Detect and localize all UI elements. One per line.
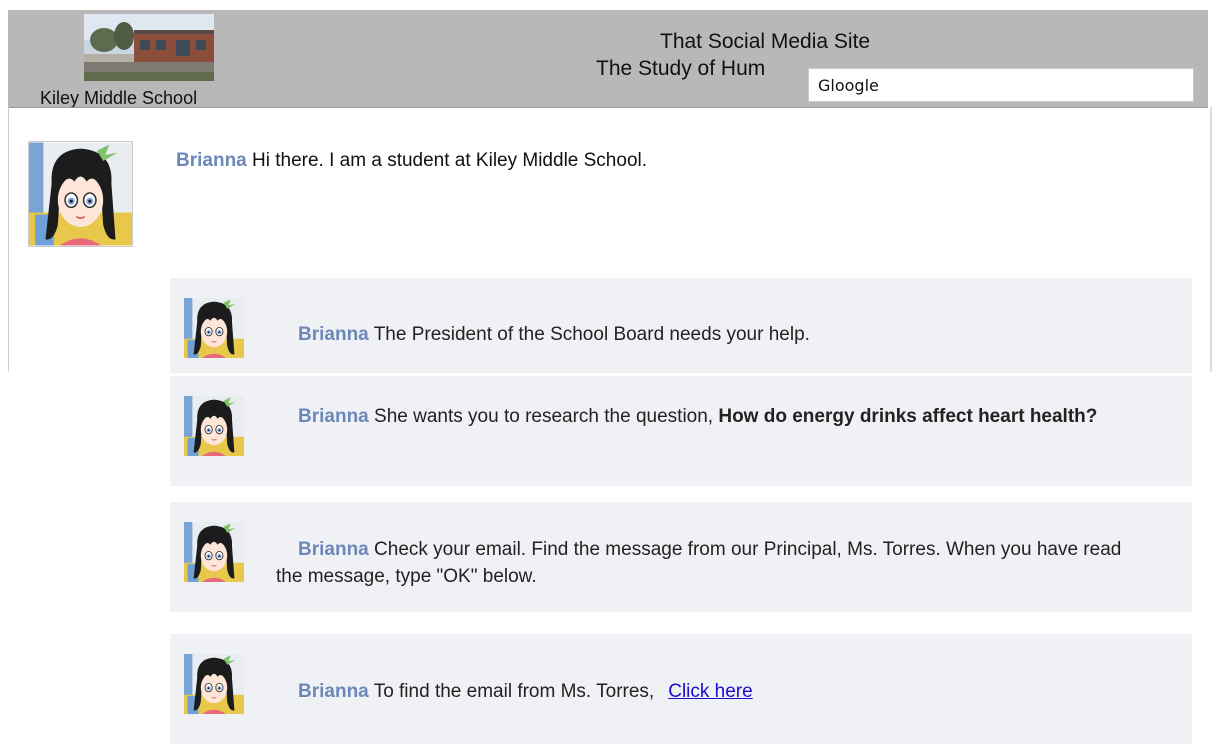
message-body: She wants you to research the question,	[374, 406, 719, 427]
message-text: Brianna To find the email from Ms. Torre…	[298, 678, 1132, 705]
school-building-photo	[84, 14, 214, 81]
social-media-page: Kiley Middle School That Social Media Si…	[0, 0, 1216, 749]
message-text: Brianna The President of the School Boar…	[298, 321, 1132, 348]
message-card: Brianna Check your email. Find the messa…	[170, 502, 1192, 612]
message-body: To find the email from Ms. Torres,	[373, 681, 655, 702]
site-title: That Social Media Site	[660, 30, 871, 53]
message-card: Brianna She wants you to research the qu…	[170, 376, 1192, 486]
avatar-icon	[184, 648, 244, 720]
message-text: Brianna Check your email. Find the messa…	[276, 536, 1132, 590]
site-header: Kiley Middle School That Social Media Si…	[8, 10, 1208, 108]
avatar-icon	[184, 516, 244, 588]
post-text: Hi there. I am a student at Kiley Middle…	[252, 150, 648, 171]
search-input[interactable]	[808, 68, 1194, 102]
message-body: Check your email. Find the message from …	[276, 539, 1122, 587]
author-name: Brianna	[298, 539, 369, 560]
message-card: Brianna The President of the School Boar…	[170, 278, 1192, 373]
author-name: Brianna	[298, 406, 369, 427]
avatar-icon	[184, 292, 244, 364]
site-subtitle: The Study of Hum	[596, 57, 766, 80]
author-name: Brianna	[298, 681, 369, 702]
right-divider	[1210, 107, 1212, 372]
click-here-link[interactable]: Click here	[668, 681, 752, 702]
avatar-icon	[28, 141, 133, 247]
author-name: Brianna	[176, 150, 247, 171]
message-text: Brianna She wants you to research the qu…	[276, 403, 1132, 430]
research-question: How do energy drinks affect heart health…	[718, 406, 1098, 427]
author-name: Brianna	[298, 324, 369, 345]
school-name: Kiley Middle School	[40, 88, 198, 108]
avatar-icon	[184, 390, 244, 462]
message-body: The President of the School Board needs …	[373, 324, 810, 345]
message-card: Brianna To find the email from Ms. Torre…	[170, 634, 1192, 744]
top-post: Brianna Hi there. I am a student at Kile…	[176, 150, 647, 172]
left-divider	[8, 107, 9, 372]
